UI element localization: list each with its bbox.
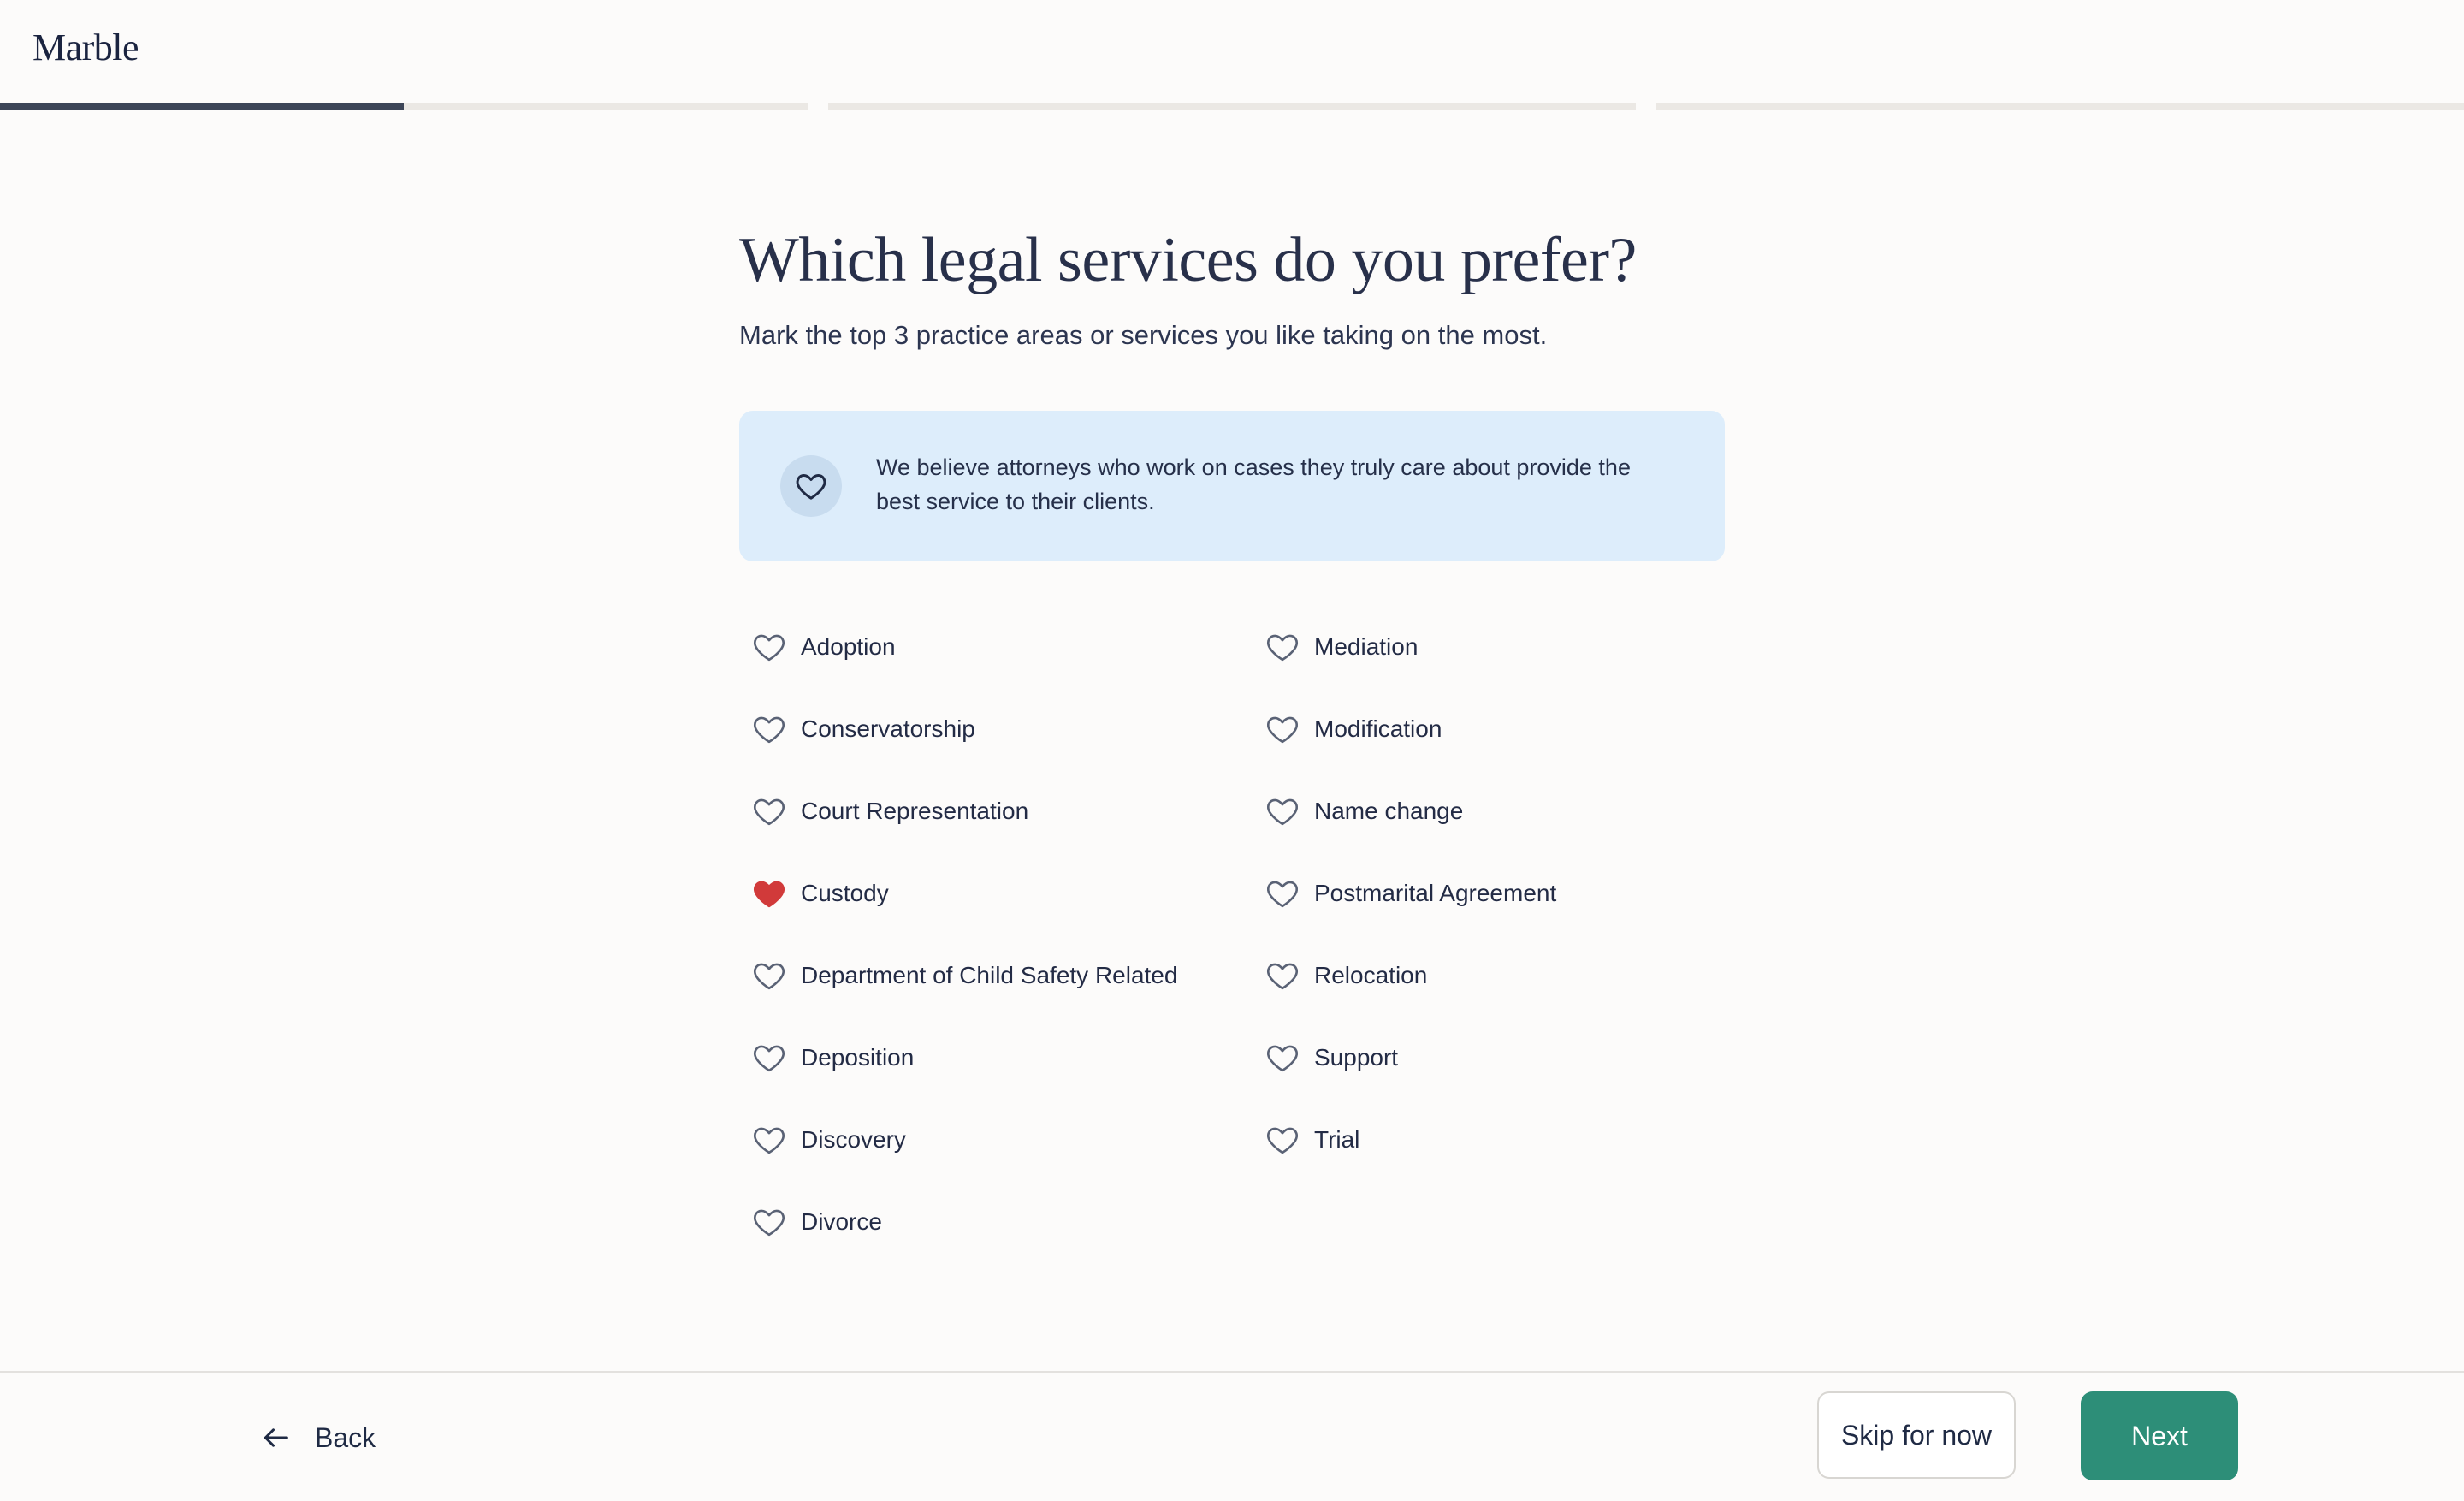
service-option[interactable]: Postmarital Agreement — [1253, 863, 1556, 924]
page-title: Which legal services do you prefer? — [739, 225, 1637, 295]
arrow-left-icon — [257, 1419, 294, 1457]
info-callout: We believe attorneys who work on cases t… — [739, 411, 1725, 561]
service-option[interactable]: Court Representation — [739, 780, 1028, 842]
service-option[interactable]: Deposition — [739, 1027, 914, 1089]
service-option-label: Court Representation — [801, 798, 1029, 824]
heart-outline-icon[interactable] — [1265, 875, 1300, 911]
service-option-label: Adoption — [801, 633, 896, 660]
progress-segment-1-fill — [0, 103, 404, 110]
service-option-label: Conservatorship — [801, 715, 975, 742]
service-option[interactable]: Name change — [1253, 780, 1463, 842]
heart-outline-icon[interactable] — [1265, 793, 1300, 829]
footer-divider — [0, 1371, 2464, 1373]
service-option[interactable]: Modification — [1253, 698, 1442, 760]
service-option[interactable]: Divorce — [739, 1191, 882, 1253]
heart-icon-svg — [796, 474, 826, 500]
heart-outline-icon[interactable] — [1265, 711, 1300, 747]
service-option-label: Discovery — [801, 1126, 906, 1153]
service-option-label: Mediation — [1314, 633, 1419, 660]
service-option-label: Relocation — [1314, 962, 1428, 988]
heart-outline-icon[interactable] — [751, 1040, 787, 1076]
callout-text: We believe attorneys who work on cases t… — [876, 454, 1631, 514]
heart-outline-icon[interactable] — [1265, 629, 1300, 665]
back-label: Back — [315, 1421, 376, 1453]
heart-outline-icon[interactable] — [751, 1122, 787, 1158]
service-option[interactable]: Discovery — [739, 1109, 906, 1171]
service-option-label: Trial — [1314, 1126, 1360, 1153]
service-option-label: Custody — [801, 880, 889, 906]
service-option[interactable]: Department of Child Safety Related — [739, 945, 1177, 1006]
progress-segment-3 — [1656, 103, 2464, 110]
service-option[interactable]: Relocation — [1253, 945, 1427, 1006]
service-option[interactable]: Custody — [739, 863, 889, 924]
service-option-label: Department of Child Safety Related — [801, 962, 1178, 988]
service-option-label: Divorce — [801, 1208, 882, 1235]
heart-filled-icon[interactable] — [751, 875, 787, 911]
progress-bar — [0, 103, 2464, 110]
heart-outline-icon[interactable] — [1265, 1040, 1300, 1076]
top-header: Marble — [0, 0, 2464, 103]
service-option-label: Deposition — [801, 1044, 915, 1071]
service-option-label: Postmarital Agreement — [1314, 880, 1557, 906]
service-option[interactable]: Trial — [1253, 1109, 1359, 1171]
service-option-label: Modification — [1314, 715, 1442, 742]
service-option[interactable]: Conservatorship — [739, 698, 975, 760]
heart-icon — [780, 455, 842, 517]
progress-segment-2 — [828, 103, 1636, 110]
service-option-label: Support — [1314, 1044, 1399, 1071]
heart-outline-icon[interactable] — [1265, 958, 1300, 994]
heart-outline-icon[interactable] — [1265, 1122, 1300, 1158]
marble-logo[interactable]: Marble — [33, 26, 139, 69]
service-option-label: Name change — [1314, 798, 1464, 824]
service-option[interactable]: Adoption — [739, 616, 896, 678]
progress-segment-1 — [0, 103, 808, 110]
heart-outline-icon[interactable] — [751, 711, 787, 747]
heart-outline-icon[interactable] — [751, 793, 787, 829]
service-option[interactable]: Support — [1253, 1027, 1398, 1089]
skip-for-now-button[interactable]: Skip for now — [1817, 1391, 2016, 1479]
page-subtitle: Mark the top 3 practice areas or service… — [739, 320, 1548, 350]
service-option[interactable]: Mediation — [1253, 616, 1418, 678]
next-button[interactable]: Next — [2081, 1391, 2238, 1480]
heart-outline-icon[interactable] — [751, 629, 787, 665]
back-button[interactable]: Back — [257, 1403, 376, 1472]
heart-outline-icon[interactable] — [751, 1204, 787, 1240]
heart-outline-icon[interactable] — [751, 958, 787, 994]
